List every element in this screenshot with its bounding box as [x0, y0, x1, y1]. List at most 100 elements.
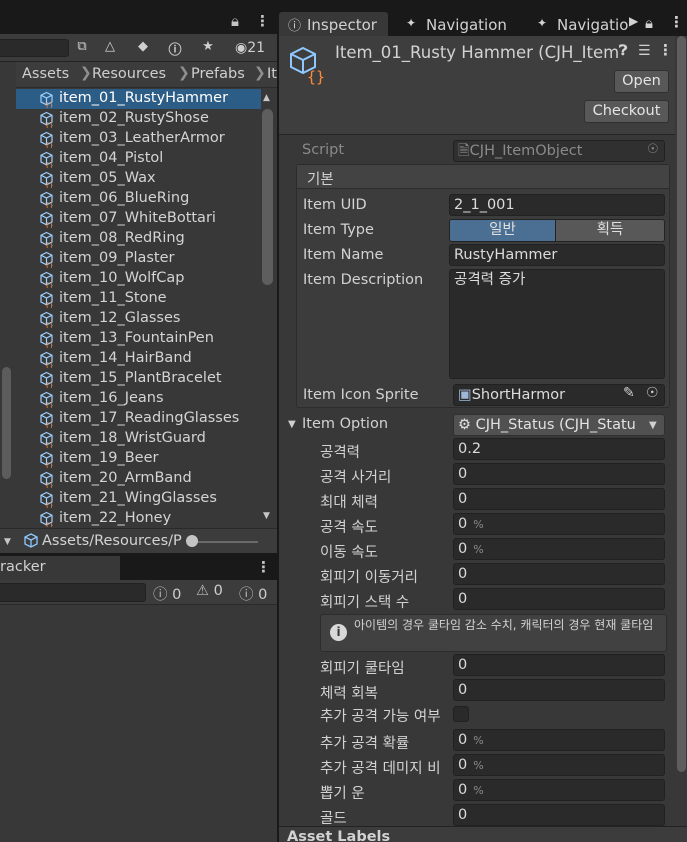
list-item[interactable]: {} item_08_RedRing: [16, 229, 261, 249]
error-count-toggle[interactable]: ⓘ 0: [239, 583, 267, 604]
svg-text:{}: {}: [45, 242, 53, 249]
checkout-button[interactable]: Checkout: [584, 100, 669, 123]
extra-attack-checkbox[interactable]: [453, 706, 469, 722]
visibility-count[interactable]: ◉21: [230, 40, 270, 59]
item-type-option-normal[interactable]: 일반: [450, 220, 555, 241]
foldout-arrow-icon[interactable]: ▼: [288, 419, 296, 430]
stat-field[interactable]: 0: [453, 463, 665, 485]
tracker-search-input[interactable]: [0, 583, 146, 602]
lock-icon[interactable]: 🔒︎: [645, 14, 653, 38]
breadcrumb-prefabs[interactable]: Prefabs: [191, 66, 245, 82]
project-tab-bar: 🔒︎ ⋮: [0, 0, 277, 34]
more-menu-icon[interactable]: ⋮: [255, 12, 270, 30]
breadcrumb-resources[interactable]: Resources: [92, 66, 166, 82]
zoom-slider[interactable]: [190, 541, 258, 543]
info-count-toggle[interactable]: ⓘ 0: [153, 583, 181, 604]
prefab-icon: {}: [40, 251, 53, 268]
list-item[interactable]: {} item_02_RustyShose: [16, 109, 261, 129]
svg-text:{}: {}: [45, 202, 53, 209]
inspector-scroll-thumb[interactable]: [677, 36, 686, 772]
stat-field[interactable]: 0: [453, 804, 665, 826]
item-type-option-acquire[interactable]: 획득: [556, 220, 664, 241]
item-uid-field[interactable]: 2_1_001: [449, 194, 665, 216]
item-name-field[interactable]: RustyHammer: [449, 244, 665, 266]
stat-field[interactable]: 0: [453, 563, 665, 585]
stat-field[interactable]: 0%: [453, 779, 665, 801]
stat-field[interactable]: 0%: [453, 754, 665, 776]
favorite-star-icon[interactable]: ★: [197, 39, 219, 58]
percent-unit: %: [473, 784, 484, 797]
lock-icon[interactable]: 🔒︎: [231, 12, 239, 30]
svg-text:{}: {}: [45, 342, 53, 349]
object-picker-icon[interactable]: ☉: [646, 385, 659, 401]
zoom-slider-knob[interactable]: [186, 535, 198, 547]
filter-type-icon[interactable]: △: [99, 39, 121, 58]
list-item[interactable]: {} item_05_Wax: [16, 169, 261, 189]
list-item[interactable]: {} item_22_Honey: [16, 509, 261, 527]
prefab-icon: [24, 533, 38, 548]
list-item[interactable]: {} item_16_Jeans: [16, 389, 261, 409]
folder-tree[interactable]: [0, 62, 16, 528]
stat-field[interactable]: 0.2: [453, 438, 665, 460]
list-item[interactable]: {} item_13_FountainPen: [16, 329, 261, 349]
list-item[interactable]: {} item_07_WhiteBottari: [16, 209, 261, 229]
stat-field[interactable]: 0: [453, 654, 665, 676]
open-button[interactable]: Open: [614, 70, 669, 93]
file-name: item_10_WolfCap: [59, 270, 185, 286]
tracker-more-menu-icon[interactable]: ⋮: [256, 558, 271, 576]
tracker-tab-title[interactable]: racker: [0, 559, 46, 575]
item-description-label: Item Description: [303, 272, 424, 288]
list-item[interactable]: {} item_18_WristGuard: [16, 429, 261, 449]
list-item[interactable]: {} item_12_Glasses: [16, 309, 261, 329]
warning-count-toggle[interactable]: ⚠︎ 0: [196, 583, 223, 599]
warning-filter-icon[interactable]: ⓘ: [164, 39, 186, 58]
stat-field[interactable]: 0%: [453, 513, 665, 535]
list-item[interactable]: {} item_11_Stone: [16, 289, 261, 309]
item-description-field[interactable]: 공격력 증가: [449, 269, 665, 379]
stat-field[interactable]: 0%: [453, 538, 665, 560]
breadcrumb-items[interactable]: It: [267, 66, 277, 82]
stat-field[interactable]: 0%: [453, 729, 665, 751]
search-by-type-icon[interactable]: ⧉: [71, 39, 93, 58]
list-item[interactable]: {} item_10_WolfCap: [16, 269, 261, 289]
prefab-icon: {}: [40, 91, 53, 108]
prefab-icon: {}: [40, 271, 53, 288]
percent-unit: %: [473, 734, 484, 747]
folder-tree-scrollbar[interactable]: [2, 367, 11, 479]
asset-labels-title[interactable]: Asset Labels: [287, 829, 390, 842]
list-item[interactable]: {} item_06_BlueRing: [16, 189, 261, 209]
more-menu-icon[interactable]: ⋮: [669, 13, 684, 37]
help-icon[interactable]: ❓︎: [619, 43, 627, 59]
list-item[interactable]: {} item_09_Plaster: [16, 249, 261, 269]
label-icon[interactable]: ◆: [132, 39, 154, 58]
list-item[interactable]: {} item_14_HairBand: [16, 349, 261, 369]
list-item[interactable]: {} item_04_Pistol: [16, 149, 261, 169]
list-item[interactable]: {} item_19_Beer: [16, 449, 261, 469]
item-option-dropdown[interactable]: ⚙︎ CJH_Status (CJH_Statu: [453, 414, 665, 436]
presets-icon[interactable]: ☰: [638, 43, 651, 59]
list-item[interactable]: {} item_20_ArmBand: [16, 469, 261, 489]
list-item[interactable]: {} item_15_PlantBracelet: [16, 369, 261, 389]
chevron-right-icon: ❯: [178, 65, 190, 81]
stat-label: 뽑기 운: [320, 786, 365, 802]
more-menu-icon[interactable]: ⋮: [658, 41, 673, 59]
list-item[interactable]: {} item_17_ReadingGlasses: [16, 409, 261, 429]
tree-scroll-down-arrow-icon[interactable]: ▼: [4, 537, 11, 547]
stat-field[interactable]: 0: [453, 588, 665, 610]
list-item[interactable]: {} item_21_WingGlasses: [16, 489, 261, 509]
list-item[interactable]: {} item_01_RustyHammer: [16, 89, 261, 109]
stat-field[interactable]: 0: [453, 679, 665, 701]
search-input[interactable]: [0, 39, 69, 57]
list-item[interactable]: {} item_03_LeatherArmor: [16, 129, 261, 149]
edit-pencil-icon[interactable]: ✎: [623, 385, 635, 401]
scroll-up-arrow-icon[interactable]: ▲: [263, 93, 270, 103]
prefab-icon: {}: [40, 451, 53, 468]
stat-value: 0: [458, 566, 468, 582]
file-list-scroll-thumb[interactable]: [262, 109, 273, 285]
stat-field[interactable]: 0: [453, 488, 665, 510]
breadcrumb-assets[interactable]: Assets: [22, 66, 69, 82]
item-type-toggle: 일반 획득: [449, 219, 665, 242]
scroll-down-arrow-icon[interactable]: ▼: [263, 511, 270, 521]
tab-overflow-arrow-icon[interactable]: ▶: [629, 14, 638, 38]
svg-text:{}: {}: [45, 442, 53, 449]
